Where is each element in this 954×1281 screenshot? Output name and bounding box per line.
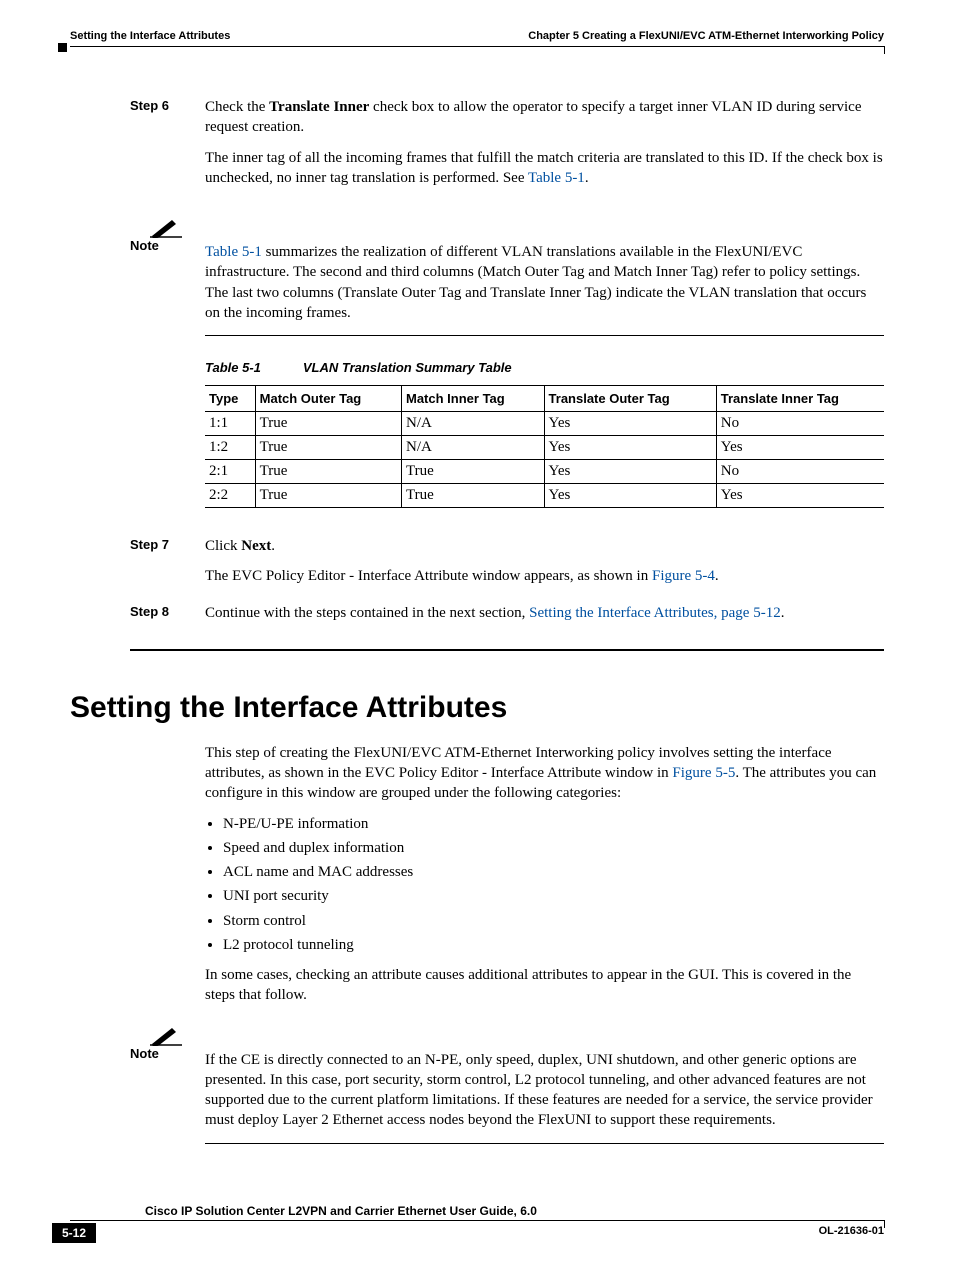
note-label: Note	[130, 1046, 205, 1135]
list-item: L2 protocol tunneling	[223, 935, 884, 955]
figure-5-4-link[interactable]: Figure 5-4	[652, 568, 715, 584]
th-match-inner: Match Inner Tag	[402, 386, 545, 412]
table-5-1-link[interactable]: Table 5-1	[528, 170, 585, 186]
running-header: Setting the Interface Attributes Chapter…	[70, 30, 884, 42]
step-7: Step 7 Click Next. The EVC Policy Editor…	[130, 536, 884, 597]
table-row: 1:1 True N/A Yes No	[205, 412, 884, 436]
list-item: Storm control	[223, 911, 884, 931]
th-type: Type	[205, 386, 255, 412]
table-caption: Table 5-1VLAN Translation Summary Table	[205, 360, 884, 375]
step-7-p1: Click Next.	[205, 536, 719, 556]
step-8: Step 8 Continue with the steps contained…	[130, 603, 884, 633]
step-6: Step 6 Check the Translate Inner check b…	[130, 97, 884, 198]
step-label: Step 6	[130, 97, 205, 198]
th-translate-outer: Translate Outer Tag	[544, 386, 716, 412]
list-item: N-PE/U-PE information	[223, 814, 884, 834]
pencil-icon	[150, 216, 884, 238]
th-match-outer: Match Outer Tag	[255, 386, 401, 412]
pencil-icon	[150, 1024, 884, 1046]
note-label: Note	[130, 238, 205, 327]
figure-5-5-link[interactable]: Figure 5-5	[672, 765, 735, 781]
note-2-text: If the CE is directly connected to an N-…	[205, 1050, 884, 1131]
list-item: Speed and duplex information	[223, 838, 884, 858]
note-1-text: Table 5-1 summarizes the realization of …	[205, 242, 884, 323]
note-block-1: Note Table 5-1 summarizes the realizatio…	[130, 216, 884, 336]
step-7-p2: The EVC Policy Editor - Interface Attrib…	[205, 566, 719, 586]
table-row: 1:2 True N/A Yes Yes	[205, 436, 884, 460]
category-list: N-PE/U-PE information Speed and duplex i…	[205, 814, 884, 956]
list-item: UNI port security	[223, 886, 884, 906]
th-translate-inner: Translate Inner Tag	[716, 386, 884, 412]
section-intro: This step of creating the FlexUNI/EVC AT…	[205, 743, 884, 804]
step-6-p1: Check the Translate Inner check box to a…	[205, 97, 884, 138]
section-heading: Setting the Interface Attributes	[70, 691, 884, 725]
page-number: 5-12	[52, 1223, 96, 1243]
section-after: In some cases, checking an attribute cau…	[205, 965, 884, 1006]
list-item: ACL name and MAC addresses	[223, 862, 884, 882]
vlan-translation-table: Type Match Outer Tag Match Inner Tag Tra…	[205, 385, 884, 508]
table-row: 2:2 True True Yes Yes	[205, 484, 884, 508]
header-rule	[70, 46, 884, 47]
step-label: Step 8	[130, 603, 205, 633]
note-block-2: Note If the CE is directly connected to …	[130, 1024, 884, 1144]
step-8-p1: Continue with the steps contained in the…	[205, 603, 784, 623]
table-row: 2:1 True True Yes No	[205, 460, 884, 484]
header-section: Setting the Interface Attributes	[70, 30, 230, 42]
header-chapter: Chapter 5 Creating a FlexUNI/EVC ATM-Eth…	[528, 30, 884, 42]
step-label: Step 7	[130, 536, 205, 597]
end-of-steps-rule	[130, 649, 884, 651]
table-5-1-link-2[interactable]: Table 5-1	[205, 244, 262, 260]
setting-interface-attributes-link[interactable]: Setting the Interface Attributes, page 5…	[529, 605, 781, 621]
footer-book-title: Cisco IP Solution Center L2VPN and Carri…	[145, 1204, 884, 1218]
step-6-p2: The inner tag of all the incoming frames…	[205, 148, 884, 189]
